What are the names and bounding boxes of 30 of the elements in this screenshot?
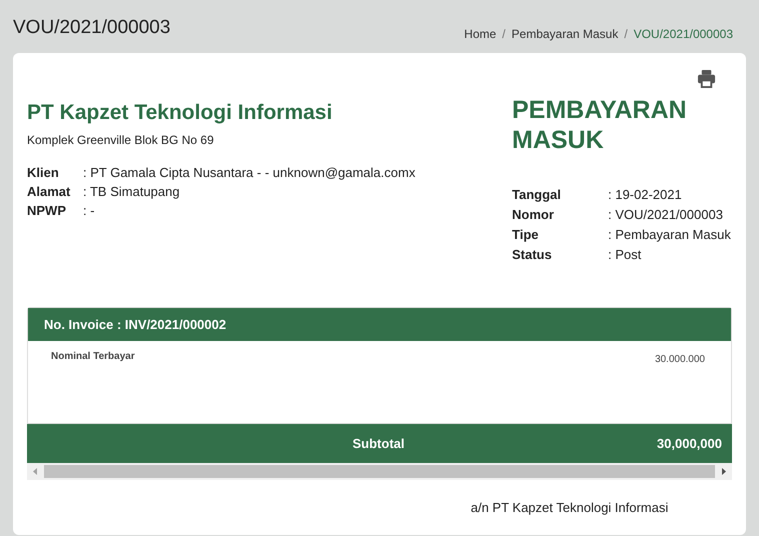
company-name: PT Kapzet Teknologi Informasi <box>27 101 334 125</box>
field-label: Tanggal <box>512 187 562 202</box>
invoice-header: No. Invoice : INV/2021/000002 <box>28 308 731 341</box>
field-value: : TB Simatupang <box>83 184 181 199</box>
field-label: Nomor <box>512 207 555 222</box>
row-label: Nominal Terbayar <box>51 351 135 364</box>
breadcrumb-link[interactable]: VOU/2021/000003 <box>634 27 733 41</box>
field-value: : VOU/2021/000003 <box>608 207 724 222</box>
field-label: Klien <box>27 165 60 180</box>
document-title: PEMBAYARAN MASUK <box>512 95 688 155</box>
print-icon[interactable] <box>697 69 716 88</box>
breadcrumb-separator: / <box>624 27 628 41</box>
field-label: NPWP <box>27 203 67 218</box>
field-label: Tipe <box>512 227 540 242</box>
breadcrumb-link[interactable]: Pembayaran Masuk <box>512 27 618 41</box>
subtotal-value: 30,000,000 <box>656 436 722 451</box>
field-value: : - <box>83 203 96 218</box>
page-title: VOU/2021/000003 <box>13 17 170 40</box>
company-address: Komplek Greenville Blok BG No 69 <box>27 133 215 147</box>
field-value: : 19-02-2021 <box>608 187 683 202</box>
breadcrumb-link[interactable]: Home <box>464 27 496 41</box>
field-label: Status <box>512 247 553 262</box>
field-value: : Post <box>608 247 642 262</box>
field-label: Alamat <box>27 184 72 199</box>
signature-text: a/n PT Kapzet Teknologi Informasi <box>470 500 670 515</box>
row-amount: 30.000.000 <box>654 354 705 367</box>
field-value: : PT Gamala Cipta Nusantara - - unknown@gamala.comx <box>83 165 416 180</box>
subtotal-label: Subtotal <box>352 436 404 451</box>
breadcrumb-separator: / <box>502 27 506 41</box>
field-value: : Pembayaran Masuk <box>608 227 732 242</box>
